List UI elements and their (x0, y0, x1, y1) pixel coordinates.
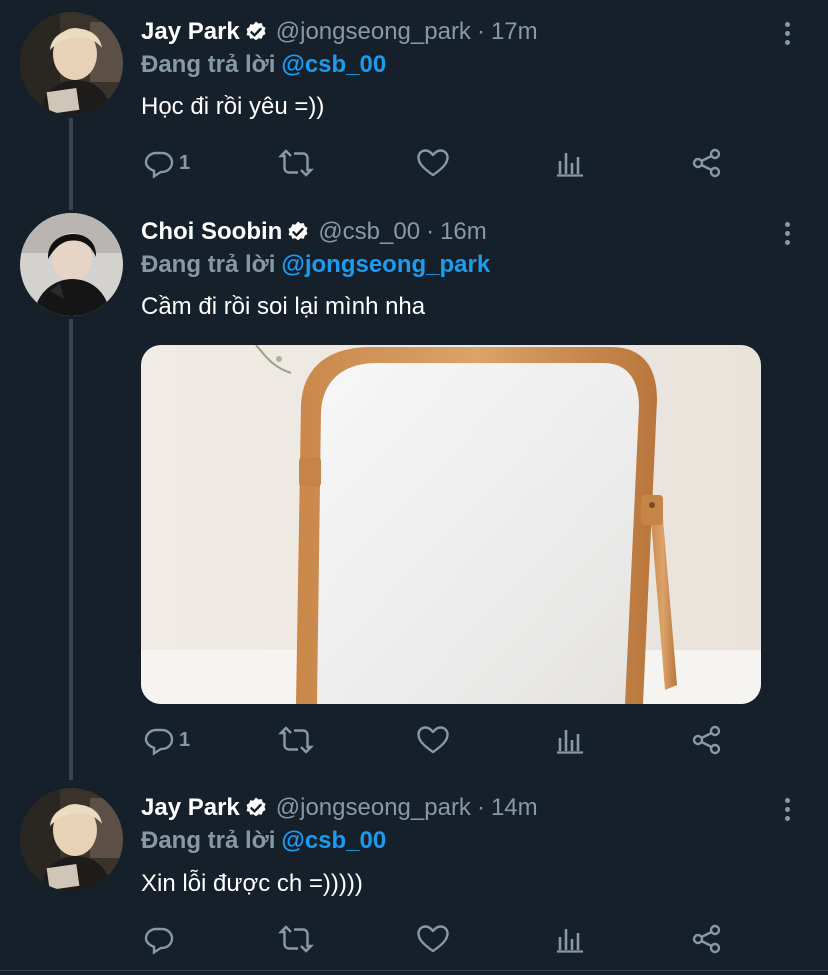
share-button[interactable] (691, 919, 723, 959)
reply-button[interactable] (143, 919, 179, 959)
avatar-blond-portrait-icon (20, 12, 123, 115)
heart-icon (417, 149, 449, 177)
share-button[interactable] (691, 143, 723, 183)
retweet-icon (278, 726, 314, 754)
avatar-blond-portrait-icon (20, 788, 123, 891)
like-button[interactable] (416, 720, 450, 760)
tweet-2[interactable]: Choi Soobin @csb_00 · 16m Đang trả lời @… (0, 190, 828, 780)
tweet-header: Jay Park @jongseong_park · 17m (141, 16, 538, 48)
retweet-icon (278, 149, 314, 177)
thread-line (69, 319, 73, 780)
divider (0, 970, 828, 971)
replying-to-mention[interactable]: @csb_00 (281, 51, 386, 79)
like-button[interactable] (416, 919, 450, 959)
avatar-jay-park[interactable] (20, 788, 123, 891)
share-icon (692, 725, 721, 755)
share-icon (692, 148, 721, 178)
share-button[interactable] (691, 720, 723, 760)
tweet-1[interactable]: Jay Park @jongseong_park · 17m Đang trả … (0, 0, 828, 190)
like-button[interactable] (416, 143, 450, 183)
verified-badge-icon (244, 796, 268, 820)
handle[interactable]: @jongseong_park (276, 18, 471, 46)
replying-to-mention[interactable]: @jongseong_park (281, 251, 490, 279)
tweet-3[interactable]: Jay Park @jongseong_park · 14m Đang trả … (0, 780, 828, 970)
analytics-icon (557, 929, 583, 953)
more-options-icon[interactable] (777, 218, 797, 248)
action-bar: 1 (141, 720, 741, 760)
separator-dot: · (476, 794, 485, 821)
wooden-mirror-photo (141, 345, 761, 704)
tweet-header: Jay Park @jongseong_park · 14m (141, 792, 538, 824)
separator-dot: · (426, 218, 435, 245)
replying-to: Đang trả lời @csb_00 (141, 50, 386, 80)
replying-to-label: Đang trả lời (141, 51, 276, 78)
analytics-icon (557, 153, 583, 177)
retweet-button[interactable] (278, 919, 314, 959)
analytics-button[interactable] (554, 919, 586, 959)
reply-icon (144, 927, 174, 955)
action-bar (141, 919, 741, 959)
display-name[interactable]: Choi Soobin (141, 218, 282, 246)
handle[interactable]: @csb_00 (318, 218, 420, 246)
media-image[interactable] (141, 345, 761, 704)
avatar-dark-hair-portrait-icon (20, 213, 123, 316)
avatar-choi-soobin[interactable] (20, 213, 123, 316)
reply-button[interactable]: 1 (143, 720, 190, 760)
replying-to-label: Đang trả lời (141, 251, 276, 278)
replying-to: Đang trả lời @csb_00 (141, 826, 386, 856)
reply-icon (144, 728, 174, 756)
timestamp[interactable]: 14m (491, 794, 538, 822)
reply-icon (144, 151, 174, 179)
tweet-text: Học đi rồi yêu =)) (141, 93, 325, 120)
analytics-button[interactable] (554, 143, 586, 183)
display-name[interactable]: Jay Park (141, 794, 240, 822)
display-name[interactable]: Jay Park (141, 18, 240, 46)
handle[interactable]: @jongseong_park (276, 794, 471, 822)
retweet-button[interactable] (278, 720, 314, 760)
share-icon (692, 924, 721, 954)
replying-to: Đang trả lời @jongseong_park (141, 250, 490, 280)
thread-line (69, 190, 73, 210)
reply-button[interactable]: 1 (143, 143, 190, 183)
analytics-button[interactable] (554, 720, 586, 760)
timestamp[interactable]: 17m (491, 18, 538, 46)
verified-badge-icon (244, 20, 268, 44)
retweet-button[interactable] (278, 143, 314, 183)
thread-line (69, 118, 73, 190)
reply-count: 1 (179, 728, 191, 751)
tweet-text: Xin lỗi được ch =))))) (141, 870, 363, 897)
replying-to-mention[interactable]: @csb_00 (281, 827, 386, 855)
tweet-header: Choi Soobin @csb_00 · 16m (141, 216, 487, 248)
timestamp[interactable]: 16m (440, 218, 487, 246)
analytics-icon (557, 730, 583, 754)
action-bar: 1 (141, 143, 741, 183)
reply-count: 1 (179, 151, 191, 174)
replying-to-label: Đang trả lời (141, 827, 276, 854)
more-options-icon[interactable] (777, 18, 797, 48)
heart-icon (417, 726, 449, 754)
avatar-jay-park[interactable] (20, 12, 123, 115)
more-options-icon[interactable] (777, 794, 797, 824)
verified-badge-icon (286, 220, 310, 244)
tweet-text: Cầm đi rồi soi lại mình nha (141, 293, 426, 320)
heart-icon (417, 925, 449, 953)
separator-dot: · (476, 18, 485, 45)
retweet-icon (278, 925, 314, 953)
